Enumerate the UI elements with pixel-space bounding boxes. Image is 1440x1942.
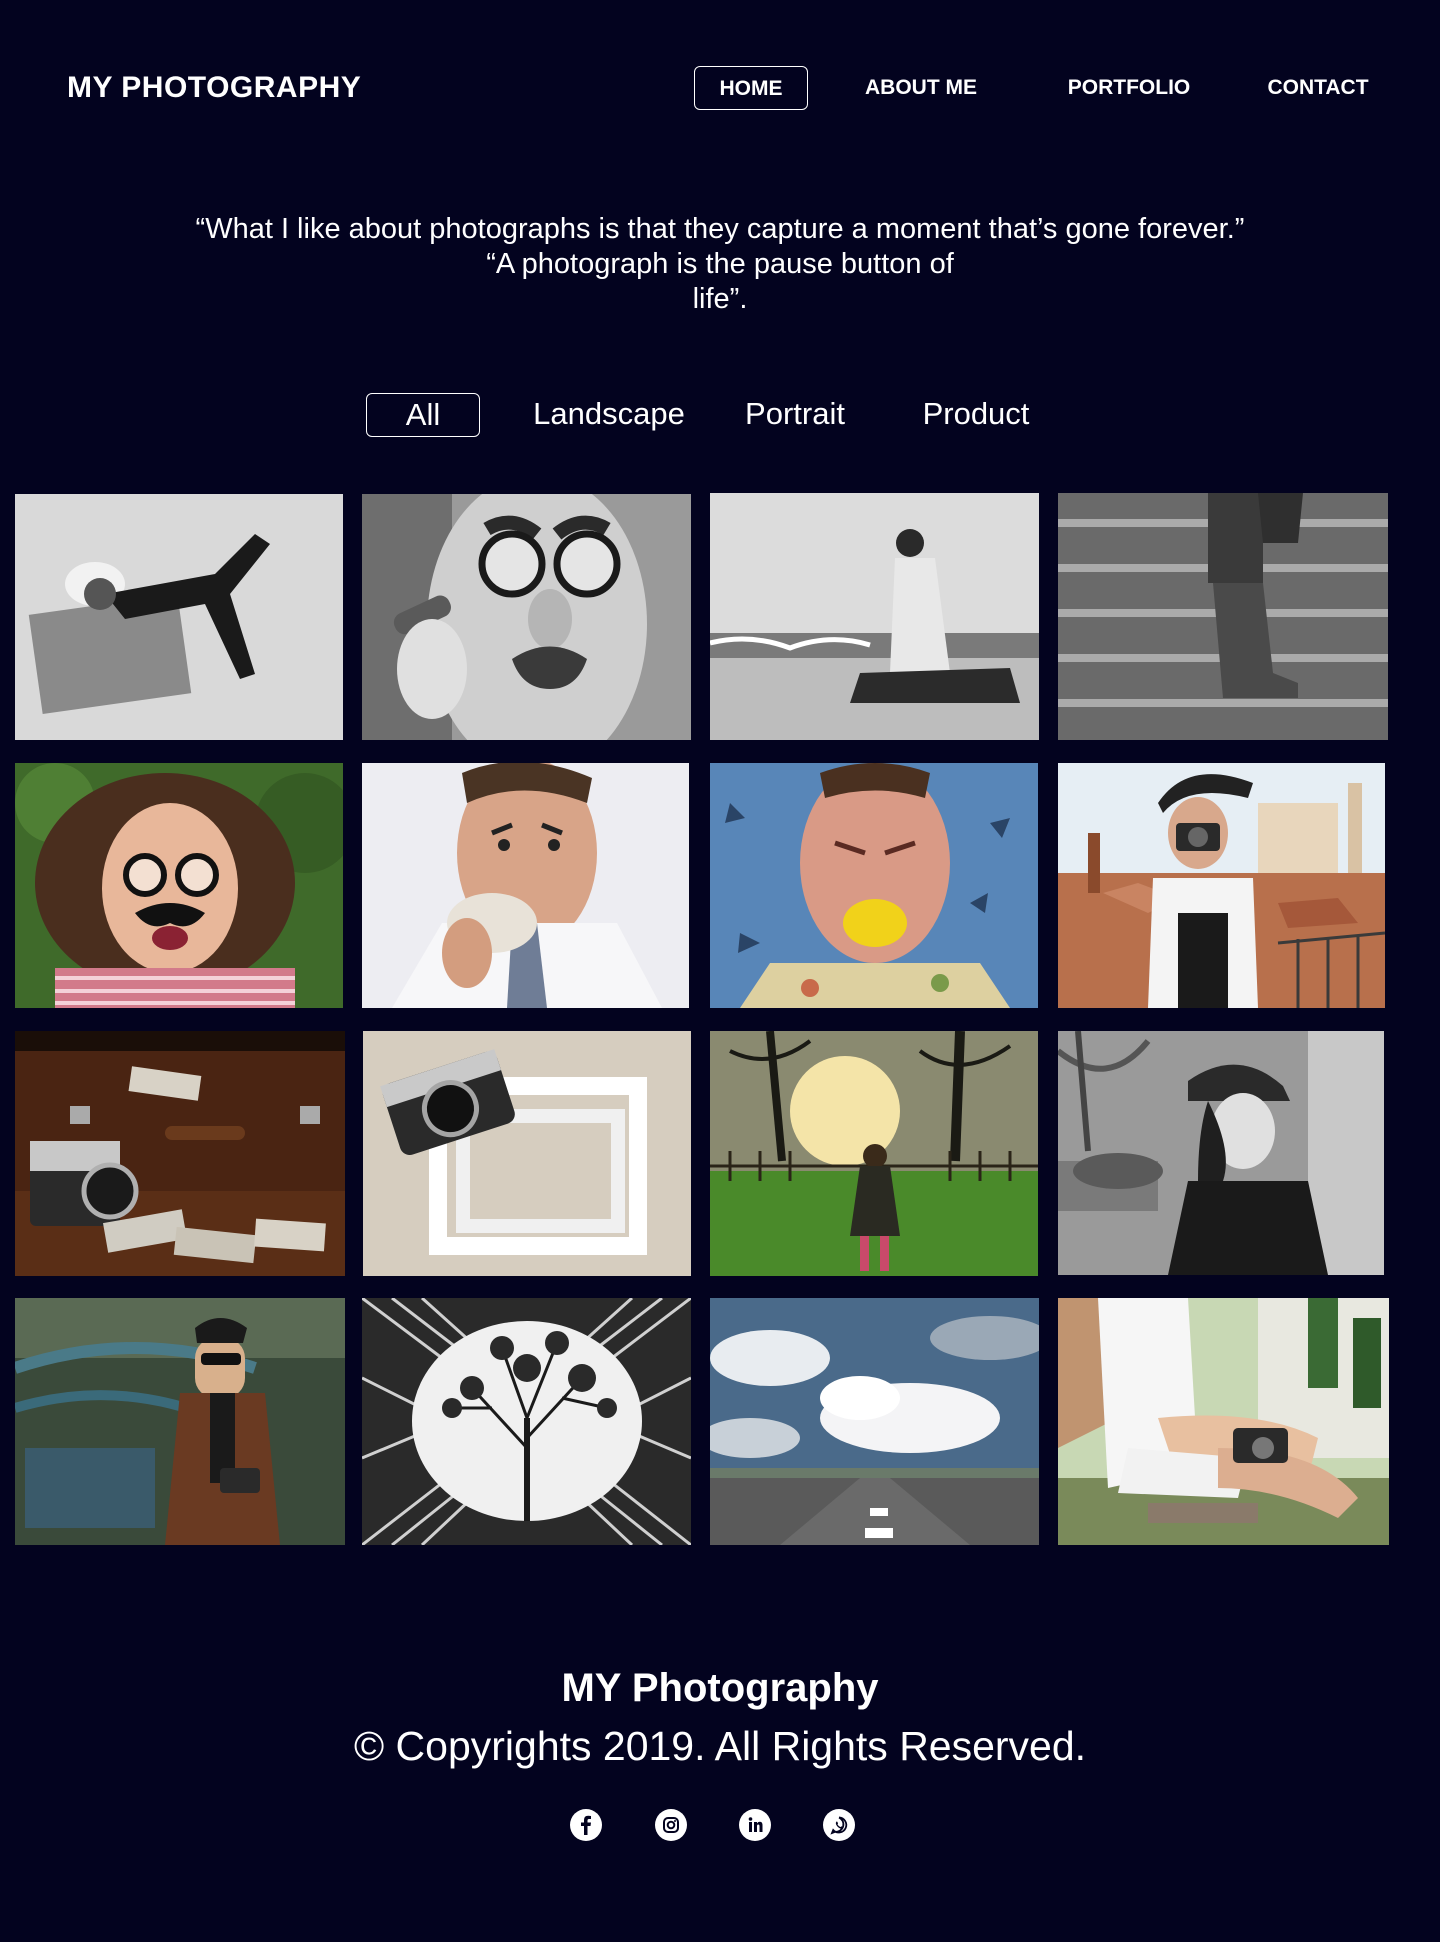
footer-title: MY Photography [561,1666,879,1710]
main-nav: HOME ABOUT ME PORTFOLIO CONTACT [0,66,1440,110]
filter-all[interactable]: All [366,393,480,437]
photo-woman-on-beach[interactable] [710,493,1039,740]
photo-tree-spiral[interactable] [362,1298,691,1545]
photo-boots-on-stairs[interactable] [1058,493,1388,740]
photo-road-cloudy-sky[interactable] [710,1298,1039,1545]
linkedin-icon[interactable] [739,1809,771,1841]
instagram-icon[interactable] [655,1809,687,1841]
photo-vintage-camera-suitcase[interactable] [15,1031,345,1276]
photo-woman-holding-camera-bench[interactable] [1058,1298,1389,1545]
whatsapp-icon-glyph [830,1816,848,1835]
footer-copyright: © Copyrights 2019. All Rights Reserved. [353,1723,1087,1769]
photo-man-eating-donut[interactable] [362,763,689,1008]
photo-man-biting-lemon[interactable] [710,763,1038,1008]
nav-contact[interactable]: CONTACT [1256,66,1380,110]
whatsapp-icon[interactable] [823,1809,855,1841]
filter-landscape[interactable]: Landscape [520,393,698,437]
photo-man-leather-jacket[interactable] [15,1298,345,1545]
hero-quote: “What I like about photographs is that t… [0,212,1440,317]
facebook-icon-glyph [581,1815,591,1835]
photo-woman-in-snow[interactable] [15,494,343,740]
nav-portfolio[interactable]: PORTFOLIO [1054,66,1204,110]
nav-home[interactable]: HOME [694,66,808,110]
photo-woman-fake-mustache[interactable] [15,763,343,1008]
quote-line-1: “What I like about photographs is that t… [195,213,1245,245]
filter-portrait[interactable]: Portrait [730,393,860,437]
photo-girl-sunset-field[interactable] [710,1031,1038,1276]
quote-line-3: life”. [692,283,748,315]
facebook-icon[interactable] [570,1809,602,1841]
photo-man-novelty-glasses[interactable] [362,494,691,740]
instagram-icon-glyph [663,1817,679,1833]
photo-woman-with-camera-rooftops[interactable] [1058,763,1385,1008]
photo-camera-with-frame[interactable] [363,1031,691,1276]
quote-line-2: “A photograph is the pause button of [486,248,954,280]
gallery-filters: All Landscape Portrait Product [0,393,1440,437]
photo-woman-with-cap[interactable] [1058,1031,1384,1275]
nav-about-me[interactable]: ABOUT ME [850,66,992,110]
filter-product[interactable]: Product [906,393,1046,437]
linkedin-icon-glyph [748,1817,763,1832]
